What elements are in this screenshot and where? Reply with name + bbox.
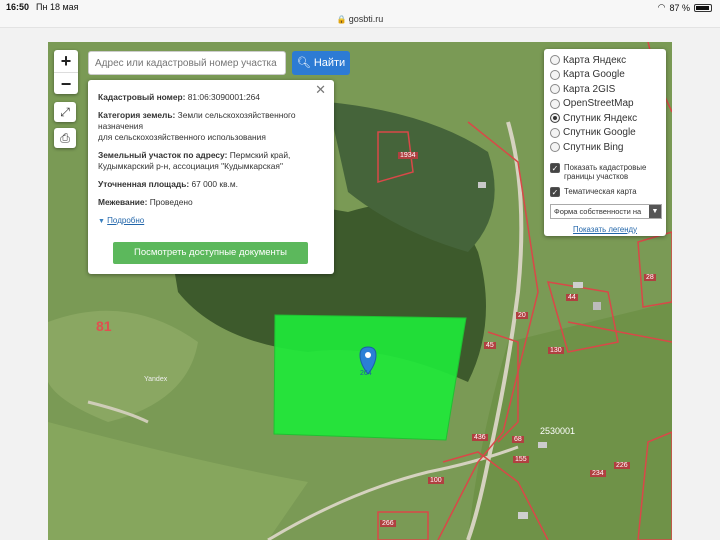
category-value-2: для сельскохозяйственного использования (98, 132, 266, 142)
radio-icon[interactable] (550, 84, 560, 95)
radio-icon[interactable] (550, 142, 560, 153)
layers-panel: Карта Яндекс Карта Google Карта 2GIS Ope… (544, 49, 666, 236)
view-documents-button[interactable]: Посмотреть доступные документы (113, 242, 308, 264)
radio-icon[interactable] (550, 127, 560, 138)
checkbox-checked-icon[interactable]: ✓ (550, 162, 560, 173)
category-label: Категория земель: (98, 110, 176, 120)
survey-label: Межевание: (98, 197, 148, 207)
layer-option[interactable]: OpenStreetMap (550, 97, 660, 112)
layer-option-label: Карта 2GIS (563, 83, 616, 95)
layer-option-label: Карта Google (563, 69, 625, 81)
plot-label[interactable]: 130 (548, 347, 564, 354)
plot-info-panel: ✕ Кадастровый номер: 81:06:3090001:264 К… (88, 80, 334, 274)
layer-option-label: OpenStreetMap (563, 98, 634, 110)
zoom-out-button[interactable]: − (54, 72, 78, 94)
layer-option[interactable]: Карта Яндекс (550, 53, 660, 68)
status-date: Пн 18 мая (36, 2, 79, 12)
layer-option[interactable]: Спутник Яндекс (550, 111, 660, 126)
district-label: 81 (96, 318, 112, 334)
layer-option[interactable]: Карта 2GIS (550, 82, 660, 97)
plot-label[interactable]: 234 (590, 470, 606, 477)
show-legend-link[interactable]: Показать легенду (550, 225, 660, 234)
layer-option-label: Карта Яндекс (563, 54, 627, 66)
fullscreen-icon: ⤢ (60, 105, 70, 119)
plot-label[interactable]: 436 (472, 434, 488, 441)
satellite-map[interactable]: 81 2530001 Yandex 1934 264 44 28 20 45 1… (48, 42, 672, 540)
layer-option-label: Спутник Google (563, 127, 636, 139)
address-value-2: Кудымкарский р-н, ассоциация "Кудымкарск… (98, 161, 283, 171)
print-button[interactable]: ⎙ (54, 128, 76, 148)
plot-label[interactable]: 28 (644, 274, 656, 281)
layer-option[interactable]: Карта Google (550, 68, 660, 83)
print-icon: ⎙ (60, 131, 70, 145)
zoom-in-button[interactable]: + (54, 50, 78, 72)
plot-label[interactable]: 266 (380, 520, 396, 527)
layer-option[interactable]: Спутник Google (550, 126, 660, 141)
search-input[interactable] (88, 51, 286, 75)
plot-label[interactable]: 100 (428, 477, 444, 484)
area-value: 67 000 кв.м. (191, 179, 238, 189)
address-value: Пермский край, (229, 150, 291, 160)
triangle-down-icon: ▼ (98, 218, 105, 225)
address-label: Земельный участок по адресу: (98, 150, 228, 160)
radio-icon[interactable] (550, 55, 560, 66)
fullscreen-button[interactable]: ⤢ (54, 102, 76, 122)
cadastral-borders-label: Показать кадастровые границы участков (564, 162, 647, 181)
radio-selected-icon[interactable] (550, 113, 560, 124)
plot-label[interactable]: 155 (513, 456, 529, 463)
more-label: Подробно (107, 216, 145, 225)
address-row: Земельный участок по адресу: Пермский кр… (98, 150, 324, 172)
search-icon: 🔍︎ (296, 57, 311, 69)
ownership-select-value: Форма собственности на (554, 206, 642, 216)
address-bar[interactable]: 🔒 gosbti.ru (0, 12, 720, 28)
checkbox-checked-icon[interactable]: ✓ (550, 186, 560, 197)
battery-icon (694, 3, 712, 12)
radio-icon[interactable] (550, 69, 560, 80)
cadastral-label: Кадастровый номер: (98, 92, 186, 102)
cadastral-borders-toggle[interactable]: ✓ Показать кадастровые границы участков (550, 162, 660, 181)
ownership-select[interactable]: Форма собственности на ▼ (550, 203, 662, 219)
plot-label[interactable]: 45 (484, 342, 496, 349)
area-row: Уточненная площадь: 67 000 кв.м. (98, 179, 324, 190)
plot-label[interactable]: 68 (512, 436, 524, 443)
lock-icon: 🔒 (336, 15, 347, 24)
thematic-map-label: Тематическая карта (564, 186, 637, 196)
layer-option[interactable]: Спутник Bing (550, 140, 660, 155)
category-row: Категория земель: Земли сельскохозяйстве… (98, 110, 324, 143)
status-time: 16:50 (6, 2, 30, 12)
battery-percent: 87 % (669, 2, 690, 13)
layer-option-label: Спутник Яндекс (563, 112, 638, 124)
zoom-control: + − (54, 50, 78, 94)
survey-row: Межевание: Проведено (98, 197, 324, 208)
quarter-label: 2530001 (540, 426, 576, 436)
more-link[interactable]: ▼ Подробно (98, 215, 324, 227)
yandex-label: Yandex (144, 376, 168, 383)
plot-label[interactable]: 1934 (398, 152, 418, 159)
layer-option-label: Спутник Bing (563, 141, 624, 153)
survey-value: Проведено (149, 197, 193, 207)
close-icon[interactable]: ✕ (315, 83, 326, 96)
area-label: Уточненная площадь: (98, 179, 190, 189)
plot-label[interactable]: 44 (566, 294, 578, 301)
radio-icon[interactable] (550, 98, 560, 109)
search-button[interactable]: 🔍︎ Найти (292, 51, 350, 75)
plot-label[interactable]: 20 (516, 312, 528, 319)
cadastral-row: Кадастровый номер: 81:06:3090001:264 (98, 92, 324, 103)
plot-label[interactable]: 226 (614, 462, 630, 469)
cadastral-value: 81:06:3090001:264 (187, 92, 260, 102)
chevron-down-icon: ▼ (649, 204, 661, 218)
search-button-label: Найти (313, 57, 346, 69)
plot-label[interactable]: 264 (358, 370, 374, 377)
thematic-map-toggle[interactable]: ✓ Тематическая карта (550, 186, 660, 197)
url-text: gosbti.ru (348, 14, 384, 24)
